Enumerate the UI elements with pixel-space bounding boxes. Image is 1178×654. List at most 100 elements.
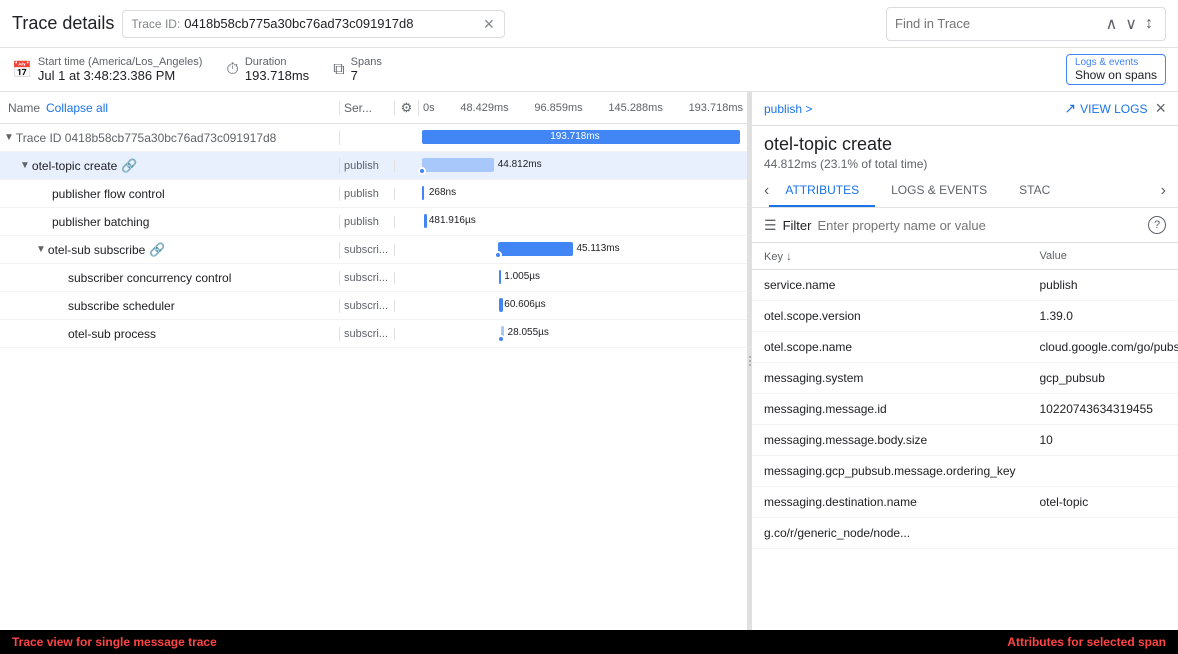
duration-label: Duration [245, 56, 309, 68]
row-bar: 60.606µs [419, 292, 747, 319]
row-service: publish [340, 216, 395, 228]
tab-logs-events[interactable]: LOGS & EVENTS [875, 175, 1003, 207]
attr-value: publish [1028, 270, 1178, 301]
attr-value: 1.39.0 [1028, 301, 1178, 332]
table-row[interactable]: service.namepublish [752, 270, 1178, 301]
view-logs-label: VIEW LOGS [1080, 102, 1147, 116]
start-time-value: Jul 1 at 3:48:23.386 PM [38, 68, 202, 83]
expand-toggle[interactable]: ▼ [20, 160, 30, 171]
row-label: otel-topic create [32, 159, 117, 173]
top-bar: Trace details Trace ID: 0418b58cb775a30b… [0, 0, 1178, 48]
row-bar: 193.718ms [419, 124, 747, 151]
attr-value: 10 [1028, 425, 1178, 456]
row-service: subscri... [340, 244, 395, 256]
table-row[interactable]: publisher flow control publish 268ns [0, 180, 747, 208]
key-col-header: Key ↓ [752, 243, 1028, 270]
external-link-icon: ↗ [1064, 100, 1076, 117]
find-in-trace-input[interactable] [895, 16, 1102, 31]
row-label: subscribe scheduler [68, 299, 175, 313]
logs-events-box: Logs & events Show on spans [1066, 54, 1166, 85]
row-name: ▼ Trace ID 0418b58cb775a30bc76ad73c09191… [0, 131, 340, 145]
table-row[interactable]: subscribe scheduler subscri... 60.606µs [0, 292, 747, 320]
span-bar [499, 298, 503, 312]
trace-id-value: 0418b58cb775a30bc76ad73c091917d8 [184, 16, 481, 31]
row-service: subscri... [340, 272, 395, 284]
detail-breadcrumb[interactable]: publish > [764, 102, 812, 116]
span-duration: 268ns [429, 187, 456, 198]
row-service: publish [340, 188, 395, 200]
row-label: otel-sub subscribe [48, 243, 145, 257]
attr-value [1028, 518, 1178, 549]
attr-key: messaging.gcp_pubsub.message.ordering_ke… [752, 456, 1028, 487]
find-in-trace-container: ∧ ∨ ↕ [886, 7, 1166, 41]
attr-value: otel-topic [1028, 487, 1178, 518]
detail-panel: publish > ↗ VIEW LOGS × otel-topic creat… [752, 92, 1178, 630]
tab-next-button[interactable]: › [1161, 182, 1166, 200]
table-row[interactable]: publisher batching publish 481.916µs [0, 208, 747, 236]
sort-icon[interactable]: ↓ [786, 249, 792, 263]
span-duration: 1.005µs [504, 271, 540, 282]
clear-trace-button[interactable]: × [482, 15, 497, 33]
tab-attributes[interactable]: ATTRIBUTES [769, 175, 875, 207]
span-dot [497, 335, 505, 343]
attr-key: messaging.system [752, 363, 1028, 394]
link-icon[interactable]: 🔗 [121, 158, 137, 174]
row-bar: 268ns [419, 180, 747, 207]
spans-item: ⧉ Spans 7 [333, 56, 382, 83]
timeline-1: 48.429ms [460, 102, 508, 114]
table-row[interactable]: ▼ otel-sub subscribe 🔗 subscri... 45.113… [0, 236, 747, 264]
panel-divider[interactable] [748, 92, 752, 630]
table-row[interactable]: g.co/r/generic_node/node... [752, 518, 1178, 549]
annotation-right: Attributes for selected span [1007, 635, 1166, 649]
detail-subtitle: 44.812ms (23.1% of total time) [764, 157, 1166, 171]
timeline-4: 193.718ms [689, 102, 743, 114]
detail-actions: ↗ VIEW LOGS × [1064, 98, 1166, 119]
row-name: ▼ otel-sub subscribe 🔗 [0, 242, 340, 258]
help-icon[interactable]: ? [1148, 216, 1166, 234]
row-name: subscriber concurrency control [0, 271, 340, 285]
table-row[interactable]: ▼ Trace ID 0418b58cb775a30bc76ad73c09191… [0, 124, 747, 152]
table-row[interactable]: subscriber concurrency control subscri..… [0, 264, 747, 292]
table-row[interactable]: messaging.systemgcp_pubsub [752, 363, 1178, 394]
attr-key: service.name [752, 270, 1028, 301]
table-row[interactable]: otel-sub process subscri... 28.055µs [0, 320, 747, 348]
close-detail-button[interactable]: × [1155, 98, 1166, 119]
row-service: subscri... [340, 328, 395, 340]
span-duration: 193.718ms [550, 131, 599, 142]
row-name: publisher flow control [0, 187, 340, 201]
value-col-header: Value [1028, 243, 1178, 270]
attr-key: g.co/r/generic_node/node... [752, 518, 1028, 549]
detail-tabs: ‹ ATTRIBUTES LOGS & EVENTS STAC › [752, 175, 1178, 208]
collapse-all-button[interactable]: Collapse all [46, 101, 108, 115]
table-row[interactable]: ▼ otel-topic create 🔗 publish 44.812ms [0, 152, 747, 180]
row-label: subscriber concurrency control [68, 271, 231, 285]
attr-filter-input[interactable] [817, 218, 1142, 233]
row-name: otel-sub process [0, 327, 340, 341]
view-logs-button[interactable]: ↗ VIEW LOGS [1064, 100, 1147, 117]
expand-toggle[interactable]: ▼ [4, 132, 14, 143]
logs-events-title: Logs & events [1075, 57, 1157, 68]
span-dot [418, 167, 426, 175]
attr-key: messaging.message.body.size [752, 425, 1028, 456]
col-timeline: 0s 48.429ms 96.859ms 145.288ms 193.718ms [419, 102, 747, 114]
table-row[interactable]: messaging.gcp_pubsub.message.ordering_ke… [752, 456, 1178, 487]
table-row[interactable]: otel.scope.namecloud.google.com/go/pubsu… [752, 332, 1178, 363]
next-result-button[interactable]: ∨ [1121, 12, 1141, 36]
table-row[interactable]: otel.scope.version1.39.0 [752, 301, 1178, 332]
span-bar [424, 214, 427, 228]
expand-toggle[interactable]: ▼ [36, 244, 46, 255]
prev-result-button[interactable]: ∧ [1102, 12, 1122, 36]
expand-result-button[interactable]: ↕ [1141, 13, 1157, 35]
row-bar: 45.113ms [419, 236, 747, 263]
clock-icon: ⏱ [226, 61, 238, 79]
trace-id-input[interactable]: Trace ID: 0418b58cb775a30bc76ad73c091917… [122, 10, 505, 38]
detail-title: otel-topic create [764, 134, 1166, 155]
link-icon[interactable]: 🔗 [149, 242, 165, 258]
table-row[interactable]: messaging.message.body.size10 [752, 425, 1178, 456]
span-bar [501, 326, 504, 340]
key-label: Key [764, 251, 783, 263]
col-filter: ⚙ [395, 100, 419, 116]
tab-stack[interactable]: STAC [1003, 175, 1066, 207]
table-row[interactable]: messaging.message.id10220743634319455 [752, 394, 1178, 425]
table-row[interactable]: messaging.destination.nameotel-topic [752, 487, 1178, 518]
